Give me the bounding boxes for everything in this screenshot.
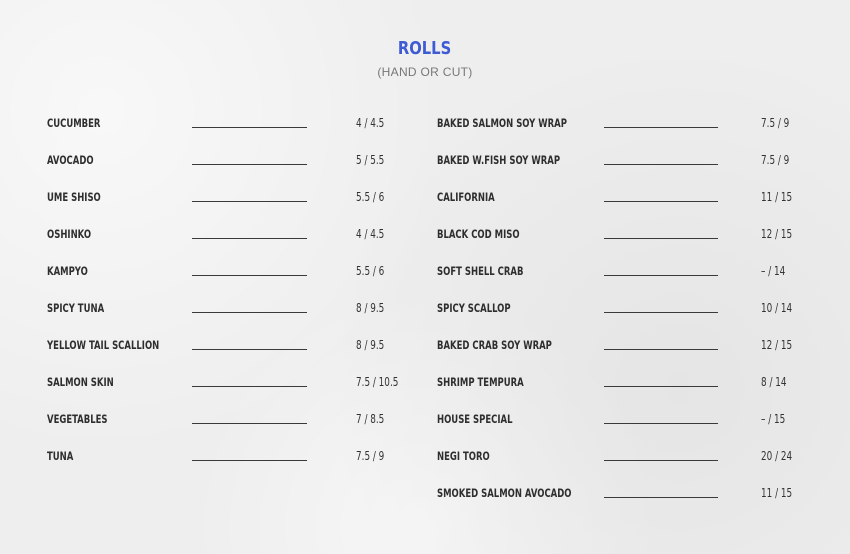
menu-item-name: SALMON SKIN: [47, 375, 114, 389]
menu-item-name: VEGETABLES: [47, 412, 108, 426]
menu-item-price: 7.5 / 10.5: [356, 375, 399, 389]
leader-line: [604, 497, 718, 498]
menu-item: YELLOW TAIL SCALLION 8 / 9.5: [47, 330, 407, 367]
leader-line: [604, 349, 718, 350]
menu-item-name: TUNA: [47, 449, 74, 463]
menu-item-name: SOFT SHELL CRAB: [437, 264, 524, 278]
menu-item-price: 7.5 / 9: [761, 153, 790, 167]
menu-item: CALIFORNIA 11 / 15: [437, 182, 817, 219]
menu-item: BAKED W.FISH SOY WRAP 7.5 / 9: [437, 145, 817, 182]
menu-item: BAKED CRAB SOY WRAP 12 / 15: [437, 330, 817, 367]
menu-item-name: SPICY SCALLOP: [437, 301, 511, 315]
menu-item: SHRIMP TEMPURA 8 / 14: [437, 367, 817, 404]
menu-item-price: 7.5 / 9: [356, 449, 385, 463]
menu-item: KAMPYO 5.5 / 6: [47, 256, 407, 293]
leader-line: [192, 349, 307, 350]
menu-item-price: 4 / 4.5: [356, 116, 385, 130]
leader-line: [604, 312, 718, 313]
leader-line: [192, 460, 307, 461]
leader-line: [192, 164, 307, 165]
menu-item-name: AVOCADO: [47, 153, 94, 167]
menu-item: AVOCADO 5 / 5.5: [47, 145, 407, 182]
menu-item-price: 12 / 15: [761, 338, 793, 352]
menu-item-price: 8 / 14: [761, 375, 787, 389]
menu-item-price: 4 / 4.5: [356, 227, 385, 241]
leader-line: [192, 275, 307, 276]
menu-item: SPICY SCALLOP 10 / 14: [437, 293, 817, 330]
leader-line: [604, 238, 718, 239]
menu-item: BLACK COD MISO 12 / 15: [437, 219, 817, 256]
leader-line: [604, 164, 718, 165]
menu-item-name: NEGI TORO: [437, 449, 490, 463]
menu-item-name: CALIFORNIA: [437, 190, 495, 204]
menu-item-price: – / 15: [761, 412, 786, 426]
menu-item-name: CUCUMBER: [47, 116, 101, 130]
menu-item-name: HOUSE SPECIAL: [437, 412, 513, 426]
leader-line: [192, 423, 307, 424]
menu-item: TUNA 7.5 / 9: [47, 441, 407, 478]
menu-item-name: SHRIMP TEMPURA: [437, 375, 524, 389]
menu-item: OSHINKO 4 / 4.5: [47, 219, 407, 256]
leader-line: [604, 386, 718, 387]
menu-item: SPICY TUNA 8 / 9.5: [47, 293, 407, 330]
right-menu-column: BAKED SALMON SOY WRAP 7.5 / 9 BAKED W.FISH…: [437, 108, 817, 515]
menu-item-price: – / 14: [761, 264, 786, 278]
menu-item-price: 5.5 / 6: [356, 190, 385, 204]
menu-item-price: 5 / 5.5: [356, 153, 385, 167]
menu-item: SALMON SKIN 7.5 / 10.5: [47, 367, 407, 404]
menu-item-price: 7.5 / 9: [761, 116, 790, 130]
menu-item-price: 11 / 15: [761, 190, 793, 204]
menu-item-price: 8 / 9.5: [356, 338, 385, 352]
leader-line: [192, 238, 307, 239]
menu-item-name: KAMPYO: [47, 264, 88, 278]
menu-item-price: 7 / 8.5: [356, 412, 385, 426]
menu-item-name: BAKED SALMON SOY WRAP: [437, 116, 567, 130]
menu-item-price: 8 / 9.5: [356, 301, 385, 315]
menu-item-name: OSHINKO: [47, 227, 92, 241]
menu-item: HOUSE SPECIAL – / 15: [437, 404, 817, 441]
section-title: ROLLS: [398, 38, 452, 59]
leader-line: [192, 312, 307, 313]
menu-item-price: 5.5 / 6: [356, 264, 385, 278]
menu-item-price: 20 / 24: [761, 449, 793, 463]
menu-item-name: YELLOW TAIL SCALLION: [47, 338, 160, 352]
menu-item: SOFT SHELL CRAB – / 14: [437, 256, 817, 293]
left-menu-column: CUCUMBER 4 / 4.5 AVOCADO 5 / 5.5 UME SHISO 5.…: [47, 108, 407, 478]
menu-item: BAKED SALMON SOY WRAP 7.5 / 9: [437, 108, 817, 145]
leader-line: [192, 127, 307, 128]
menu-item-name: BAKED CRAB SOY WRAP: [437, 338, 552, 352]
menu-item: UME SHISO 5.5 / 6: [47, 182, 407, 219]
leader-line: [192, 386, 307, 387]
leader-line: [604, 201, 718, 202]
menu-item-name: UME SHISO: [47, 190, 101, 204]
menu-item-price: 11 / 15: [761, 486, 793, 500]
section-subtitle: (HAND OR CUT): [377, 65, 473, 79]
menu-item: CUCUMBER 4 / 4.5: [47, 108, 407, 145]
menu-item-name: BLACK COD MISO: [437, 227, 520, 241]
menu-header: ROLLS (HAND OR CUT): [0, 38, 850, 79]
leader-line: [604, 460, 718, 461]
menu-item: SMOKED SALMON AVOCADO 11 / 15: [437, 478, 817, 515]
menu-item-price: 12 / 15: [761, 227, 793, 241]
menu-item: NEGI TORO 20 / 24: [437, 441, 817, 478]
menu-item-price: 10 / 14: [761, 301, 793, 315]
menu-item-name: SMOKED SALMON AVOCADO: [437, 486, 572, 500]
leader-line: [192, 201, 307, 202]
menu-item-name: SPICY TUNA: [47, 301, 105, 315]
leader-line: [604, 127, 718, 128]
leader-line: [604, 423, 718, 424]
menu-item-name: BAKED W.FISH SOY WRAP: [437, 153, 561, 167]
leader-line: [604, 275, 718, 276]
menu-item: VEGETABLES 7 / 8.5: [47, 404, 407, 441]
